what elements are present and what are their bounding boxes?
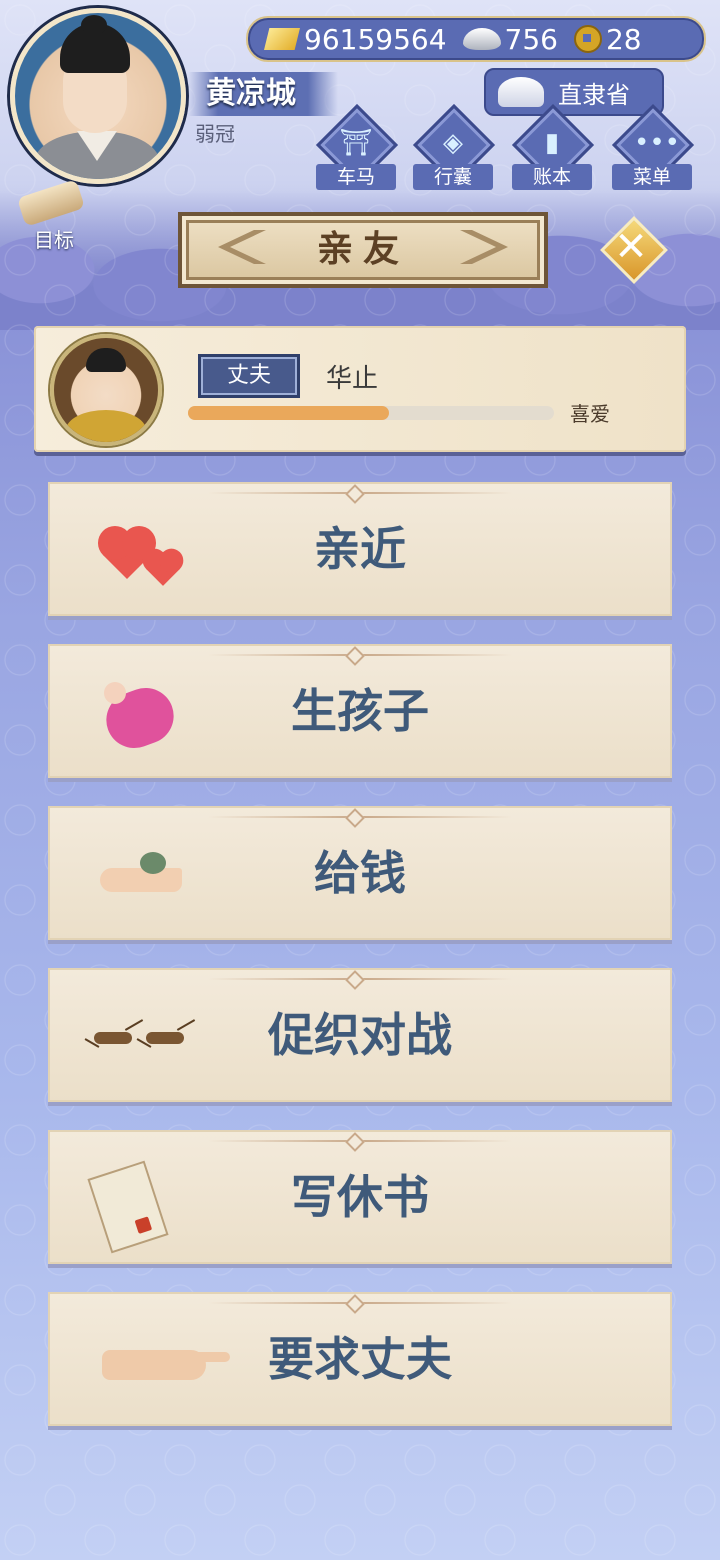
location-stamp-icon — [498, 77, 544, 107]
action-give-money-button[interactable]: 给钱 — [48, 806, 672, 940]
action-label: 亲近 — [314, 522, 406, 576]
affection-bar — [188, 406, 554, 420]
close-button[interactable]: ✕ — [600, 216, 668, 284]
relative-name: 华止 — [326, 364, 379, 394]
location-button[interactable]: 直隶省 — [484, 68, 664, 116]
action-request-husband-button[interactable]: 要求丈夫 — [48, 1292, 672, 1426]
affection-bar-fill — [188, 406, 390, 420]
player-name: 黄凉城 — [188, 72, 338, 116]
hearts-icon — [84, 518, 194, 588]
coin-amount: 28 — [605, 22, 642, 56]
cricket-icon — [84, 1004, 194, 1074]
ledger-icon: ▮ — [544, 128, 560, 158]
action-have-child-button[interactable]: 生孩子 — [48, 644, 672, 778]
menu-ledger-label: 账本 — [512, 164, 592, 190]
avatar-bun — [81, 15, 107, 35]
action-label: 写休书 — [291, 1170, 429, 1224]
menu-bag-label: 行囊 — [413, 164, 493, 190]
copper-coin-icon — [573, 25, 602, 53]
money-hand-icon — [84, 842, 194, 912]
location-label: 直隶省 — [558, 80, 630, 109]
silver-amount: 756 — [504, 22, 558, 56]
menu-carriage-button[interactable]: ⛩ 车马 — [315, 103, 399, 190]
close-icon: ✕ — [614, 224, 648, 270]
relation-tag: 丈夫 — [198, 354, 300, 398]
resource-bar: 96159564 756 28 — [246, 16, 706, 62]
silver-ingot-icon — [462, 28, 501, 50]
menu-ledger-button[interactable]: ▮ 账本 — [511, 103, 595, 190]
carriage-icon: ⛩ — [339, 128, 373, 158]
player-avatar[interactable] — [10, 8, 186, 184]
page-title: 亲友 — [316, 229, 409, 270]
action-label: 生孩子 — [291, 684, 429, 738]
gold-ingot-icon — [264, 28, 300, 50]
menu-bag-button[interactable]: ◈ 行囊 — [412, 103, 496, 190]
page-title-banner: 亲友 — [178, 212, 548, 288]
relative-avatar[interactable] — [50, 334, 162, 446]
action-intimate-button[interactable]: 亲近 — [48, 482, 672, 616]
more-icon: ••• — [634, 128, 681, 158]
menu-more-label: 菜单 — [612, 164, 692, 190]
menu-carriage-label: 车马 — [316, 164, 396, 190]
scroll-icon — [16, 179, 86, 227]
baby-icon — [84, 680, 194, 756]
menu-more-button[interactable]: ••• 菜单 — [611, 103, 695, 190]
affection-label: 喜爱 — [570, 402, 610, 426]
goal-label: 目标 — [34, 228, 74, 252]
pointing-hand-icon — [84, 1328, 230, 1398]
action-cricket-fight-button[interactable]: 促织对战 — [48, 968, 672, 1102]
bag-icon: ◈ — [443, 128, 463, 158]
action-divorce-button[interactable]: 写休书 — [48, 1130, 672, 1264]
action-label: 给钱 — [314, 846, 406, 900]
relative-card: 丈夫 华止 喜爱 — [34, 326, 686, 452]
divorce-letter-icon — [84, 1160, 194, 1254]
action-label: 要求丈夫 — [268, 1332, 452, 1386]
goal-button[interactable]: 目标 — [10, 179, 90, 252]
action-label: 促织对战 — [268, 1008, 452, 1062]
gold-amount: 96159564 — [304, 22, 447, 56]
player-age-title: 弱冠 — [195, 122, 235, 146]
